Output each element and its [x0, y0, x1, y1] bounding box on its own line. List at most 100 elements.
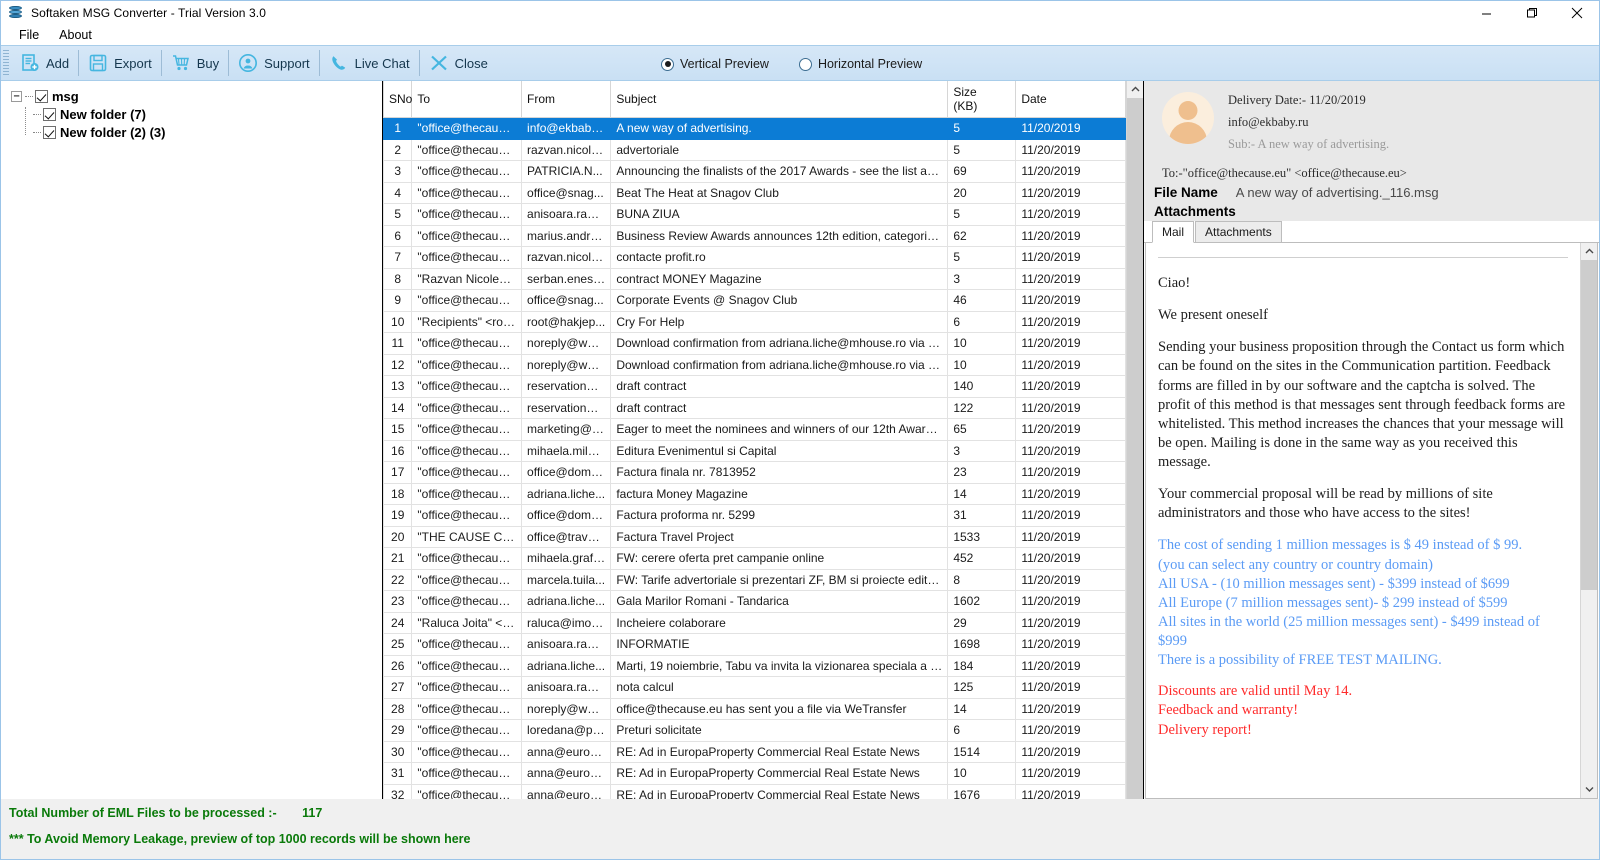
column-header-subject[interactable]: Subject — [610, 81, 949, 118]
maximize-button[interactable] — [1509, 1, 1554, 25]
table-row[interactable]: 28 "office@thecause... noreply@wet... offic… — [383, 697, 1126, 720]
column-header-to[interactable]: To — [411, 81, 523, 118]
row-to: "Razvan Nicolesc... — [411, 267, 523, 290]
table-row[interactable]: 29 "office@thecause... loredana@pr... Pretu… — [383, 719, 1126, 742]
row-from: razvan.nicole... — [521, 138, 612, 161]
menu-item-file[interactable]: File — [9, 26, 49, 44]
radio-vertical-preview[interactable]: Vertical Preview — [661, 57, 769, 71]
row-subject: advertoriale — [610, 138, 949, 161]
close-window-button[interactable] — [1554, 1, 1599, 25]
table-row[interactable]: 4 "office@thecause... office@snag... Beat T… — [383, 181, 1126, 204]
table-row[interactable]: 24 "Raluca Joita" <ra... raluca@imop... Inc… — [383, 611, 1126, 634]
table-row[interactable]: 18 "office@thecause... adriana.liche... fac… — [383, 482, 1126, 505]
table-row[interactable]: 17 "office@thecause... office@dome... Factu… — [383, 461, 1126, 484]
table-row[interactable]: 16 "office@thecause... mihaela.milan... Edi… — [383, 439, 1126, 462]
tree-connector — [33, 113, 41, 115]
row-subject: Factura proforma nr. 5299 — [610, 504, 949, 527]
row-subject: Corporate Events @ Snagov Club — [610, 289, 949, 312]
checkbox-checked-icon[interactable] — [43, 125, 56, 139]
support-button[interactable]: Support — [229, 47, 319, 79]
table-row[interactable]: 10 "Recipients" <root... root@hakjep... Cry… — [383, 310, 1126, 333]
row-sno: 13 — [383, 375, 413, 398]
table-row[interactable]: 32 "office@thecause... anna@europ... RE: Ad… — [383, 783, 1126, 799]
preview-vertical-scrollbar[interactable] — [1580, 243, 1597, 798]
scroll-up-arrow-icon[interactable] — [1127, 81, 1143, 98]
table-row[interactable]: 20 "THE CAUSE CO... office@travel... Factur… — [383, 525, 1126, 548]
table-row[interactable]: 21 "office@thecause... mihaela.grafu... FW:… — [383, 547, 1126, 570]
row-sno: 9 — [383, 289, 413, 312]
row-subject: Eager to meet the nominees and winners o… — [610, 418, 949, 441]
blue-line-4: All sites in the world (25 million messa… — [1158, 613, 1540, 649]
table-row[interactable]: 15 "office@thecause... marketing@b... Eager… — [383, 418, 1126, 441]
preview-scroll-up-arrow-icon[interactable] — [1581, 243, 1597, 260]
preview-meta: Delivery Date:- 11/20/2019 info@ekbaby.r… — [1228, 89, 1389, 152]
add-button[interactable]: Add — [11, 47, 78, 79]
table-row[interactable]: 22 "office@thecause... marcela.tuila... FW:… — [383, 568, 1126, 591]
column-header-date[interactable]: Date — [1015, 81, 1126, 118]
radio-horizontal-preview[interactable]: Horizontal Preview — [798, 57, 922, 71]
tree-node-new-folder-7[interactable]: New folder (7) — [33, 105, 382, 123]
toolbar-grip[interactable] — [3, 50, 9, 76]
table-row[interactable]: 7 "office@thecause... razvan.nicole... cont… — [383, 246, 1126, 269]
preview-scroll-track[interactable] — [1581, 590, 1597, 781]
table-row[interactable]: 13 "office@thecause... reservation@... draf… — [383, 375, 1126, 398]
table-row[interactable]: 5 "office@thecause... anisoara.radu... BUNA… — [383, 203, 1126, 226]
close-button[interactable]: Close — [420, 47, 497, 79]
row-date: 11/20/2019 — [1015, 396, 1126, 419]
table-row[interactable]: 31 "office@thecause... anna@europ... RE: Ad… — [383, 762, 1126, 785]
buy-button[interactable]: Buy — [162, 47, 228, 79]
table-row[interactable]: 30 "office@thecause... anna@europ... RE: Ad… — [383, 740, 1126, 763]
table-row[interactable]: 8 "Razvan Nicolesc... serban.enesc... contr… — [383, 267, 1126, 290]
grid-vertical-scrollbar[interactable] — [1126, 81, 1143, 799]
body-divider — [1158, 257, 1568, 258]
table-row[interactable]: 23 "office@thecause... adriana.liche... Gal… — [383, 590, 1126, 613]
table-row[interactable]: 9 "office@thecause... office@snag... Corpor… — [383, 289, 1126, 312]
file-name-value: A new way of advertising._116.msg — [1235, 185, 1439, 200]
preview-scroll-thumb[interactable] — [1581, 260, 1597, 590]
table-body: 1 "office@thecause... info@ekbaby... A new … — [383, 117, 1126, 799]
export-button[interactable]: Export — [79, 47, 161, 79]
table-row[interactable]: 3 "office@thecause... PATRICIA.N... Announc… — [383, 160, 1126, 183]
row-date: 11/20/2019 — [1015, 654, 1126, 677]
preview-scroll-down-arrow-icon[interactable] — [1581, 781, 1597, 798]
table-row[interactable]: 6 "office@thecause... marius.andro... Busin… — [383, 224, 1126, 247]
tree-node-new-folder-2-3[interactable]: New folder (2) (3) — [33, 123, 382, 141]
row-date: 11/20/2019 — [1015, 203, 1126, 226]
table-row[interactable]: 1 "office@thecause... info@ekbaby... A new … — [383, 117, 1126, 140]
tab-mail[interactable]: Mail — [1152, 221, 1195, 243]
row-to: "office@thecause... — [411, 181, 523, 204]
minimize-button[interactable] — [1464, 1, 1509, 25]
table-row[interactable]: 14 "office@thecause... reservation@... draf… — [383, 396, 1126, 419]
row-date: 11/20/2019 — [1015, 224, 1126, 247]
tab-attachments[interactable]: Attachments — [1195, 221, 1282, 242]
column-header-size[interactable]: Size (KB) — [947, 81, 1017, 118]
row-size: 65 — [947, 418, 1017, 441]
table-row[interactable]: 19 "office@thecause... office@dome... Factu… — [383, 504, 1126, 527]
table-row[interactable]: 26 "office@thecause... adriana.liche... Mar… — [383, 654, 1126, 677]
row-from: marcela.tuila... — [521, 568, 612, 591]
collapse-icon[interactable]: − — [11, 90, 22, 102]
table-row[interactable]: 27 "office@thecause... anisoara.radu... not… — [383, 676, 1126, 699]
column-header-sno[interactable]: SNo — [383, 81, 413, 118]
table-row[interactable]: 25 "office@thecause... anisoara.radu... INF… — [383, 633, 1126, 656]
export-button-label: Export — [114, 55, 152, 71]
table-row[interactable]: 12 "office@thecause... noreply@wet... Downl… — [383, 353, 1126, 376]
table-row[interactable]: 2 "office@thecause... razvan.nicole... adve… — [383, 138, 1126, 161]
table-row[interactable]: 11 "office@thecause... noreply@wet... Downl… — [383, 332, 1126, 355]
row-size: 1533 — [947, 525, 1017, 548]
grid-scroll-track[interactable] — [1127, 98, 1143, 799]
checkbox-checked-icon[interactable] — [43, 107, 56, 121]
subject-line: Sub:- A new way of advertising. — [1228, 137, 1390, 151]
column-header-from[interactable]: From — [521, 81, 612, 118]
menu-item-about[interactable]: About — [49, 26, 102, 44]
live-chat-button[interactable]: Live Chat — [320, 47, 419, 79]
red-line-2: Delivery report! — [1158, 721, 1252, 738]
tree-node-root[interactable]: − msg — [11, 87, 382, 105]
row-date: 11/20/2019 — [1015, 353, 1126, 376]
row-from: raluca@imop... — [521, 611, 612, 634]
row-sno: 14 — [383, 396, 413, 419]
row-subject: Download confirmation from adriana.liche… — [610, 353, 949, 376]
row-size: 1602 — [947, 590, 1017, 613]
checkbox-checked-icon[interactable] — [35, 89, 48, 103]
message-grid-panel: SNo To From Subject Size (KB) Date 1 "of… — [383, 81, 1144, 799]
